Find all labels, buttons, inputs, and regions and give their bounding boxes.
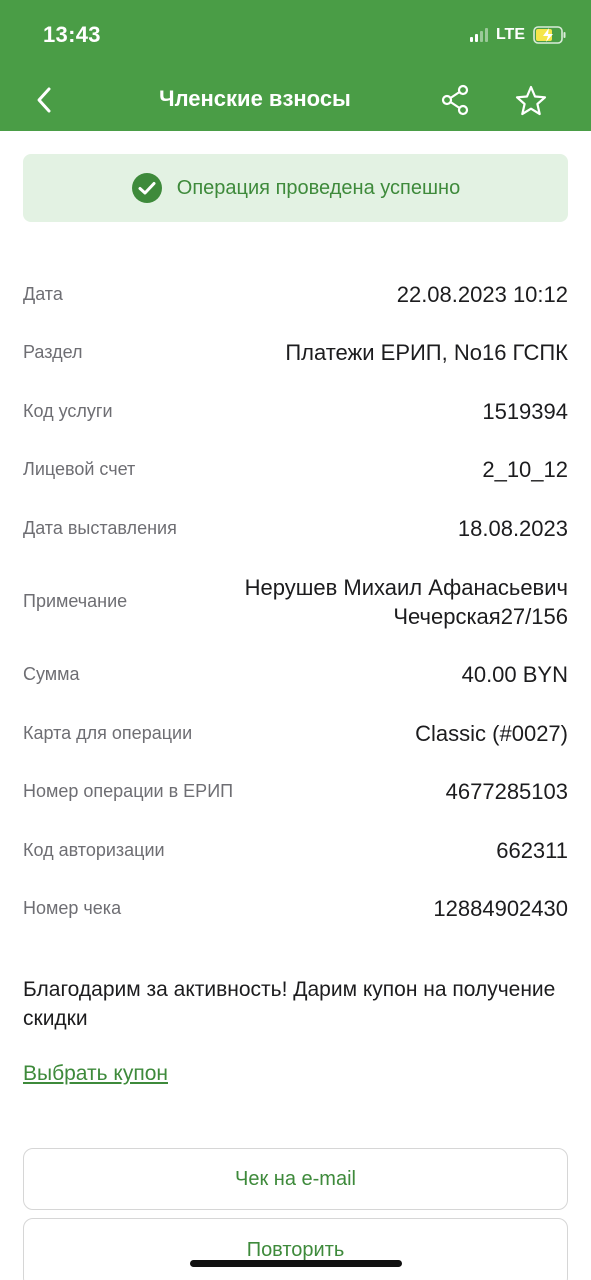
detail-label: Код авторизации xyxy=(23,839,165,860)
star-icon xyxy=(515,85,547,116)
success-banner: Операция проведена успешно xyxy=(23,154,568,222)
detail-value: 2_10_12 xyxy=(482,457,568,483)
share-icon xyxy=(441,84,469,116)
detail-row-issue-date: Дата выставления 18.08.2023 xyxy=(23,499,568,558)
detail-value: 662311 xyxy=(496,837,568,863)
detail-label: Раздел xyxy=(23,342,83,363)
detail-value: 40.00 BYN xyxy=(461,662,568,688)
detail-row-erip-operation: Номер операции в ЕРИП 4677285103 xyxy=(23,763,568,822)
detail-row-account: Лицевой счет 2_10_12 xyxy=(23,441,568,500)
share-button[interactable] xyxy=(440,84,472,116)
promo-text: Благодарим за активность! Дарим купон на… xyxy=(23,978,556,1030)
operation-details: Дата 22.08.2023 10:12 Раздел Платежи ЕРИ… xyxy=(23,265,568,938)
detail-row-section: Раздел Платежи ЕРИП, No16 ГСПК xyxy=(23,324,568,383)
choose-coupon-link[interactable]: Выбрать купон xyxy=(23,1062,168,1086)
detail-label: Карта для операции xyxy=(23,722,193,743)
detail-label: Номер операции в ЕРИП xyxy=(23,781,234,802)
signal-icon xyxy=(469,28,488,42)
detail-label: Лицевой счет xyxy=(23,459,136,480)
detail-label: Код услуги xyxy=(23,400,113,421)
detail-row-auth-code: Код авторизации 662311 xyxy=(23,821,568,880)
detail-row-card: Карта для операции Classic (#0027) xyxy=(23,704,568,763)
status-indicators: LTE xyxy=(469,24,567,46)
app-header: 13:43 LTE Членские взносы xyxy=(0,0,591,131)
detail-label: Дата xyxy=(23,283,63,304)
detail-value: Платежи ЕРИП, No16 ГСПК xyxy=(285,340,568,366)
note-line-2: Чечерская27/156 xyxy=(393,603,568,629)
favorite-button[interactable] xyxy=(514,84,548,118)
detail-row-service-code: Код услуги 1519394 xyxy=(23,382,568,441)
note-line-1: Нерушев Михаил Афанасьевич xyxy=(244,574,568,600)
detail-label: Номер чека xyxy=(23,898,122,919)
success-message: Операция проведена успешно xyxy=(176,176,461,199)
detail-label: Сумма xyxy=(23,664,80,685)
detail-row-note: Примечание Нерушев Михаил Афанасьевич Че… xyxy=(23,558,568,646)
detail-label: Примечание xyxy=(23,591,128,611)
page-title: Членские взносы xyxy=(159,86,351,111)
email-receipt-button[interactable]: Чек на e-mail xyxy=(23,1148,568,1210)
home-indicator xyxy=(190,1260,402,1267)
detail-value: 4677285103 xyxy=(445,779,568,805)
network-label: LTE xyxy=(495,26,525,43)
detail-value: 22.08.2023 10:12 xyxy=(396,281,568,307)
detail-value: Classic (#0027) xyxy=(415,720,568,746)
detail-value: 18.08.2023 xyxy=(457,515,568,541)
detail-value: 12884902430 xyxy=(433,896,568,922)
status-time: 13:43 xyxy=(43,22,101,47)
detail-label: Дата выставления xyxy=(23,517,177,538)
battery-charging-icon xyxy=(533,26,566,44)
detail-row-receipt-number: Номер чека 12884902430 xyxy=(23,880,568,939)
repeat-button[interactable]: Повторить xyxy=(23,1218,568,1280)
detail-value: 1519394 xyxy=(482,398,568,424)
detail-value: Нерушев Михаил Афанасьевич Чечерская27/1… xyxy=(245,573,568,631)
detail-row-date: Дата 22.08.2023 10:12 xyxy=(23,265,568,324)
detail-row-amount: Сумма 40.00 BYN xyxy=(23,646,568,705)
check-circle-icon xyxy=(131,173,162,203)
